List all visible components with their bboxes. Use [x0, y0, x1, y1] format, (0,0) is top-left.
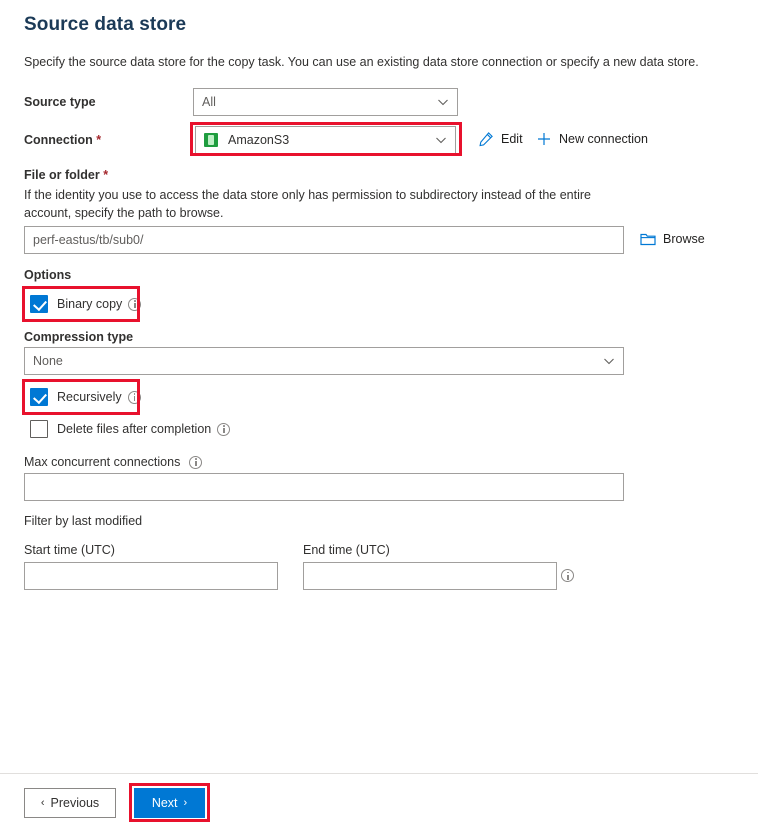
recursively-checkbox[interactable]: [30, 388, 48, 406]
file-or-folder-value: perf-eastus/tb/sub0/: [33, 233, 144, 247]
file-or-folder-label: File or folder *: [24, 168, 108, 182]
binary-copy-checkbox[interactable]: [30, 295, 48, 313]
delete-files-label: Delete files after completion: [57, 422, 212, 436]
footer-divider: [0, 773, 758, 774]
compression-type-dropdown[interactable]: None: [24, 347, 624, 375]
binary-copy-checkbox-row[interactable]: Binary copy: [30, 295, 142, 313]
source-type-label: Source type: [24, 95, 96, 109]
next-button-label: Next: [151, 796, 178, 810]
max-concurrent-connections-input[interactable]: [24, 473, 624, 501]
source-data-store-panel: Source data store Specify the source dat…: [0, 0, 758, 822]
new-connection-button[interactable]: New connection: [536, 131, 648, 147]
previous-button-label: Previous: [50, 796, 100, 810]
file-or-folder-label-text: File or folder: [24, 168, 100, 182]
recursively-checkbox-row[interactable]: Recursively: [30, 388, 141, 406]
file-or-folder-required-asterisk: *: [103, 168, 109, 182]
connection-dropdown[interactable]: AmazonS3: [195, 126, 456, 154]
delete-files-checkbox[interactable]: [30, 420, 48, 438]
folder-icon: [640, 232, 656, 246]
compression-type-value: None: [33, 354, 63, 368]
connection-value: AmazonS3: [228, 133, 290, 147]
start-time-input[interactable]: [24, 562, 278, 590]
recursively-label: Recursively: [57, 390, 122, 404]
previous-button[interactable]: ‹ Previous: [24, 788, 116, 818]
info-icon[interactable]: [128, 297, 142, 311]
info-icon[interactable]: [189, 455, 203, 469]
browse-button[interactable]: Browse: [640, 232, 705, 246]
file-or-folder-help-line1: If the identity you use to access the da…: [24, 188, 591, 202]
info-icon[interactable]: [217, 422, 231, 436]
file-or-folder-help-line2: account, specify the path to browse.: [24, 206, 224, 220]
source-type-value: All: [202, 95, 216, 109]
max-concurrent-connections-label-row: Max concurrent connections: [24, 455, 203, 469]
edit-connection-label: Edit: [501, 132, 523, 146]
chevron-left-icon: ‹: [40, 797, 45, 809]
edit-connection-button[interactable]: Edit: [478, 131, 523, 147]
info-icon[interactable]: [561, 569, 574, 582]
chevron-right-icon: ›: [183, 797, 188, 809]
browse-label: Browse: [663, 232, 705, 246]
pencil-icon: [478, 131, 494, 147]
info-icon[interactable]: [127, 390, 141, 404]
plus-icon: [536, 131, 552, 147]
chevron-down-icon: [603, 355, 615, 367]
amazon-s3-icon: [204, 133, 218, 147]
end-time-label: End time (UTC): [303, 543, 390, 557]
binary-copy-label: Binary copy: [57, 297, 123, 311]
page-title: Source data store: [24, 14, 187, 35]
end-time-input[interactable]: [303, 562, 557, 590]
connection-label: Connection *: [24, 133, 101, 147]
next-button[interactable]: Next ›: [134, 788, 205, 818]
filter-by-last-modified-label: Filter by last modified: [24, 514, 143, 528]
source-type-dropdown[interactable]: All: [193, 88, 458, 116]
page-description: Specify the source data store for the co…: [24, 55, 699, 69]
delete-files-checkbox-row[interactable]: Delete files after completion: [30, 420, 231, 438]
start-time-label: Start time (UTC): [24, 543, 115, 557]
options-label: Options: [24, 268, 72, 282]
file-or-folder-input[interactable]: perf-eastus/tb/sub0/: [24, 226, 624, 254]
max-concurrent-connections-label: Max concurrent connections: [24, 455, 181, 469]
connection-required-asterisk: *: [96, 133, 102, 147]
new-connection-label: New connection: [559, 132, 648, 146]
chevron-down-icon: [435, 134, 447, 146]
connection-label-text: Connection: [24, 133, 93, 147]
compression-type-label: Compression type: [24, 330, 134, 344]
chevron-down-icon: [437, 96, 449, 108]
